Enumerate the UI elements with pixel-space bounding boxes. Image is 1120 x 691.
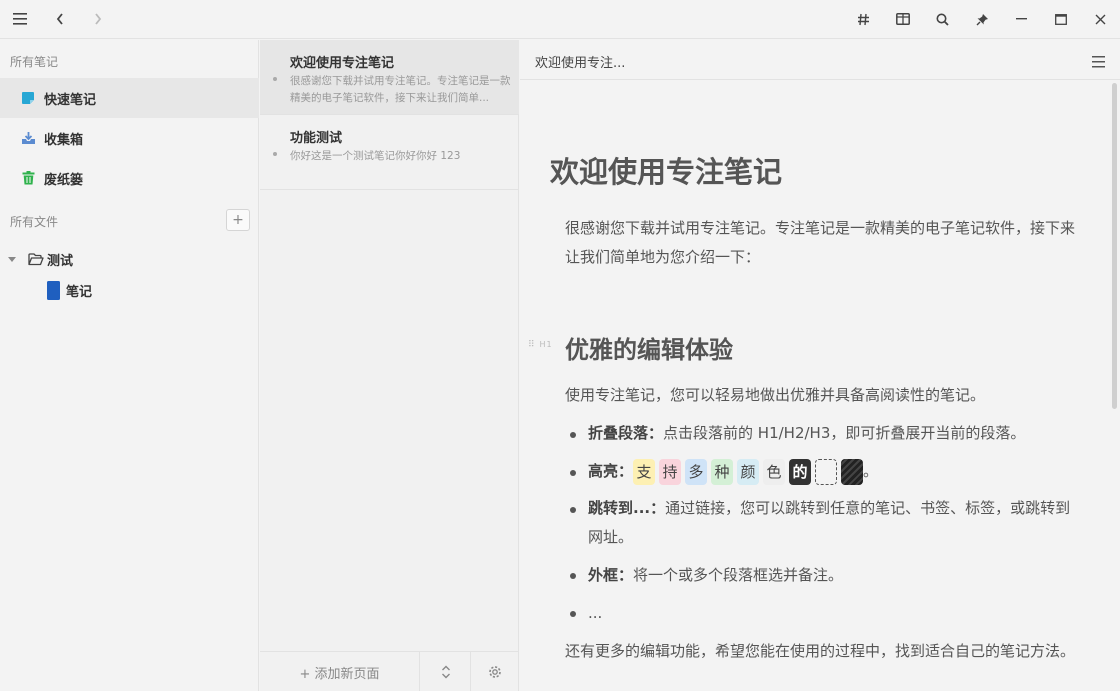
bullet-dot: [570, 432, 576, 438]
title-bar: [0, 0, 1120, 39]
note-dot: [273, 77, 277, 81]
tree-notebook-label: 笔记: [66, 285, 93, 300]
list-item-text: ...: [588, 604, 603, 622]
forward-icon[interactable]: [83, 4, 113, 34]
editor-content[interactable]: 欢迎使用专注笔记 很感谢您下载并试用专注笔记。专注笔记是一款精美的电子笔记软件，…: [520, 81, 1120, 691]
highlight-char: 颜: [737, 458, 760, 485]
note-card[interactable]: 欢迎使用专注笔记 很感谢您下载并试用专注笔记。专注笔记是一款精美的电子笔记软件，…: [260, 40, 519, 115]
editor-header: 欢迎使用专注...: [520, 40, 1120, 80]
list-item-bold: 外框：: [588, 566, 634, 584]
list-item-text: 点击段落前的 H1/H2/H3，即可折叠展开当前的段落。: [663, 424, 1026, 442]
bullet-dot: [570, 573, 576, 579]
list-item: ...: [588, 599, 1078, 628]
list-item-bold: 高亮：: [588, 462, 634, 480]
note-card[interactable]: 功能测试 你好这是一个测试笔记你好你好 123: [260, 115, 519, 190]
highlight-samples: 支持多种颜色的: [633, 458, 815, 485]
bullet-dot: [570, 470, 576, 476]
list-item: 跳转到...：通过链接，您可以跳转到任意的笔记、书签、标签，或跳转到网址。: [588, 494, 1078, 552]
note-snippet: 很感谢您下载并试用专注笔记。专注笔记是一款精美的电子笔记软件，接下来让我们简单.…: [290, 75, 511, 104]
tree-folder-test[interactable]: 测试: [8, 250, 73, 269]
section-heading: 优雅的编辑体验: [565, 336, 733, 364]
sidebar-item-label: 废纸篓: [44, 172, 84, 188]
bullet-dot: [570, 507, 576, 513]
sidebar-item-quick-notes[interactable]: 快速笔记: [0, 78, 259, 118]
bullet-dot: [570, 611, 576, 617]
note-dot: [273, 152, 277, 156]
highlight-char: 支: [633, 458, 656, 485]
list-item: 外框：将一个或多个段落框选并备注。: [588, 561, 1078, 590]
quick-note-icon: [20, 90, 36, 106]
all-files-label: 所有文件: [10, 215, 59, 229]
list-item-text: 将一个或多个段落框选并备注。: [633, 566, 844, 584]
minimize-icon[interactable]: [1006, 4, 1036, 34]
notebook-icon: [47, 281, 60, 300]
highlight-end: 。: [863, 462, 879, 480]
note-title: 欢迎使用专注笔记: [290, 56, 395, 71]
section-paragraph: 使用专注笔记，您可以轻易地做出优雅并具备高阅读性的笔记。: [565, 386, 986, 404]
intro-paragraph: 很感谢您下载并试用专注笔记。专注笔记是一款精美的电子笔记软件，接下来让我们简单地…: [565, 219, 1076, 266]
highlight-char: 色: [763, 458, 786, 485]
dashed-highlight-box: [815, 458, 838, 485]
sidebar-item-label: 收集箱: [44, 132, 84, 148]
chevron-down-icon[interactable]: [8, 256, 20, 263]
note-snippet: 你好这是一个测试笔记你好你好 123: [290, 150, 461, 162]
tree-notebook[interactable]: 笔记: [47, 281, 92, 300]
sidebar: 所有笔记 快速笔记 收集箱 废纸篓 所有文件 + 测试 笔记: [0, 40, 259, 691]
closing-paragraph: 还有更多的编辑功能，希望您能在使用的过程中，找到适合自己的笔记方法。: [565, 642, 1076, 660]
highlight-char: 的: [789, 458, 812, 485]
menu-icon[interactable]: [5, 4, 35, 34]
note-title: 功能测试: [290, 131, 343, 146]
heading-level-marker: H1: [539, 340, 553, 349]
note-list-footer: + 添加新页面: [260, 651, 519, 691]
pin-icon[interactable]: [967, 4, 997, 34]
hatched-highlight-box: [841, 458, 864, 485]
highlight-char: 持: [659, 458, 682, 485]
tree-folder-label: 测试: [47, 254, 74, 269]
maximize-icon[interactable]: [1046, 4, 1076, 34]
drag-handle-icon[interactable]: ⠿ H1: [528, 340, 553, 350]
sidebar-item-label: 快速笔记: [44, 92, 97, 108]
folder-open-icon: [28, 253, 44, 266]
editor-scrollbar[interactable]: [1112, 83, 1117, 409]
close-icon[interactable]: [1085, 4, 1115, 34]
sidebar-item-trash[interactable]: 废纸篓: [0, 158, 259, 198]
list-item-highlight: 高亮：支持多种颜色的 。: [588, 456, 1078, 486]
list-item-bold: 跳转到...：: [588, 499, 666, 517]
sidebar-item-inbox[interactable]: 收集箱: [0, 118, 259, 158]
editor-header-title: 欢迎使用专注...: [535, 56, 626, 71]
highlight-char: 多: [685, 458, 708, 485]
search-icon[interactable]: [927, 4, 957, 34]
trash-icon: [20, 170, 36, 186]
hashtag-icon[interactable]: [848, 4, 878, 34]
outline-menu-icon[interactable]: [1092, 53, 1105, 72]
list-item: 折叠段落：点击段落前的 H1/H2/H3，即可折叠展开当前的段落。: [588, 419, 1078, 448]
note-list: 欢迎使用专注笔记 很感谢您下载并试用专注笔记。专注笔记是一款精美的电子笔记软件，…: [260, 40, 519, 691]
all-notes-label: 所有笔记: [10, 55, 59, 69]
note-heading: 欢迎使用专注笔记: [550, 155, 783, 189]
add-page-button[interactable]: + 添加新页面: [260, 652, 420, 691]
sort-icon[interactable]: [422, 652, 470, 691]
back-icon[interactable]: [45, 4, 75, 34]
inbox-icon: [20, 130, 36, 146]
add-folder-button[interactable]: +: [226, 209, 250, 231]
highlight-char: 种: [711, 458, 734, 485]
gear-icon[interactable]: [470, 652, 518, 691]
list-item-bold: 折叠段落：: [588, 424, 664, 442]
split-view-icon[interactable]: [888, 4, 918, 34]
